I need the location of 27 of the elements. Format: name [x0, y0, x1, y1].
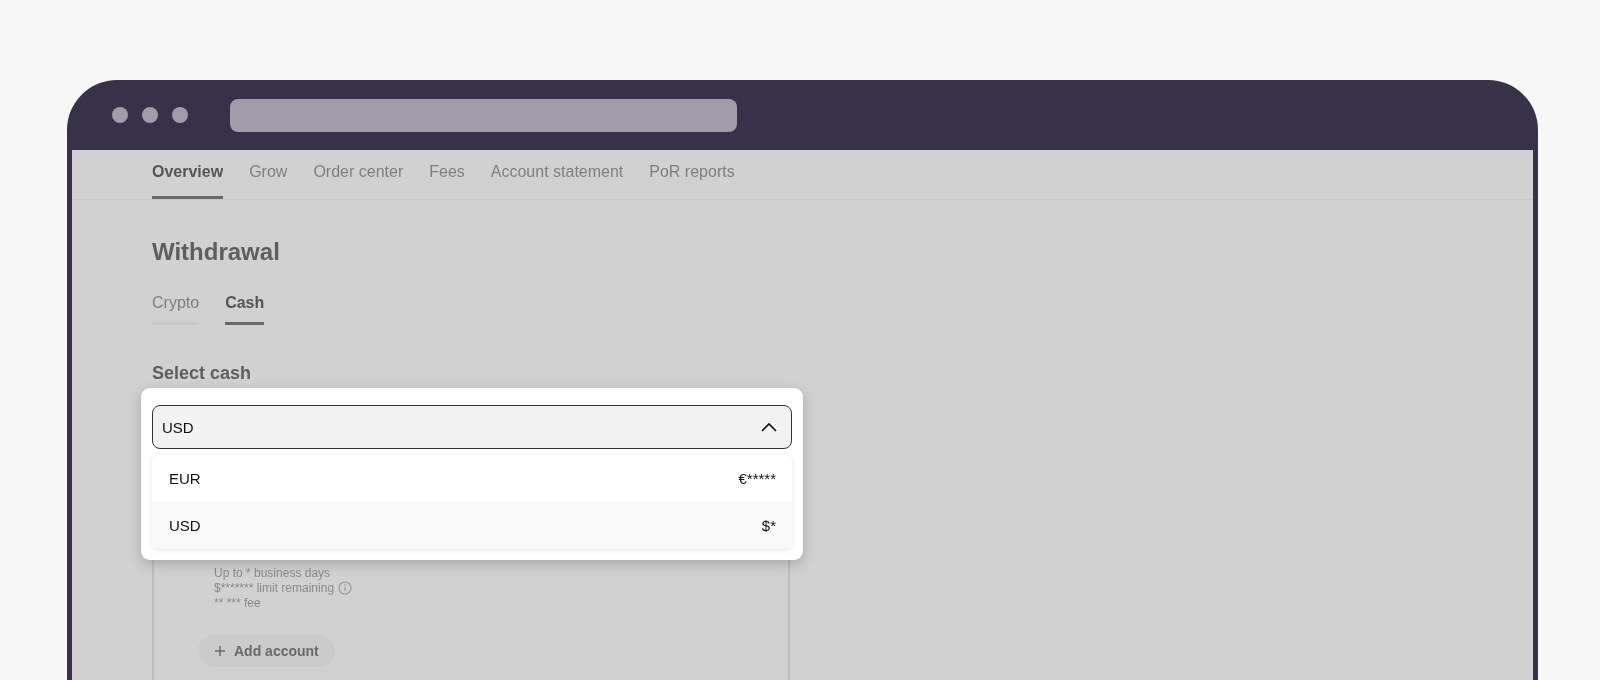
nav-tab[interactable]: Grow [249, 150, 288, 199]
method-tab[interactable]: Crypto [152, 294, 200, 325]
nav-tab[interactable]: Order center [313, 150, 404, 199]
account-info-text: ** *** fee [214, 596, 261, 610]
window-dot-icon[interactable] [142, 107, 158, 123]
currency-option[interactable]: USD $* [152, 502, 792, 549]
add-account-button[interactable]: Add account [198, 635, 335, 667]
option-amount: $* [761, 517, 776, 534]
page-title: Withdrawal [152, 238, 280, 266]
account-info-text: $******* limit remaining [214, 581, 335, 595]
window-dot-icon[interactable] [172, 107, 188, 123]
currency-option[interactable]: EUR €***** [152, 455, 792, 502]
nav-tab[interactable]: Overview [152, 150, 224, 199]
section-label: Select cash [152, 363, 252, 384]
currency-select[interactable]: USD [152, 405, 792, 449]
option-label: USD [169, 517, 201, 534]
account-info-text: Up to * business days [214, 566, 331, 580]
method-tab[interactable]: Cash [225, 294, 265, 325]
plus-icon [214, 645, 226, 657]
nav-tab[interactable]: PoR reports [649, 150, 735, 199]
option-label: EUR [169, 470, 201, 487]
window-dot-icon[interactable] [112, 107, 128, 123]
nav-tab[interactable]: Fees [429, 150, 465, 199]
option-amount: €***** [738, 470, 776, 487]
nav-tab[interactable]: Account statement [490, 150, 624, 199]
address-bar[interactable] [230, 98, 737, 132]
chevron-up-icon [761, 422, 777, 432]
